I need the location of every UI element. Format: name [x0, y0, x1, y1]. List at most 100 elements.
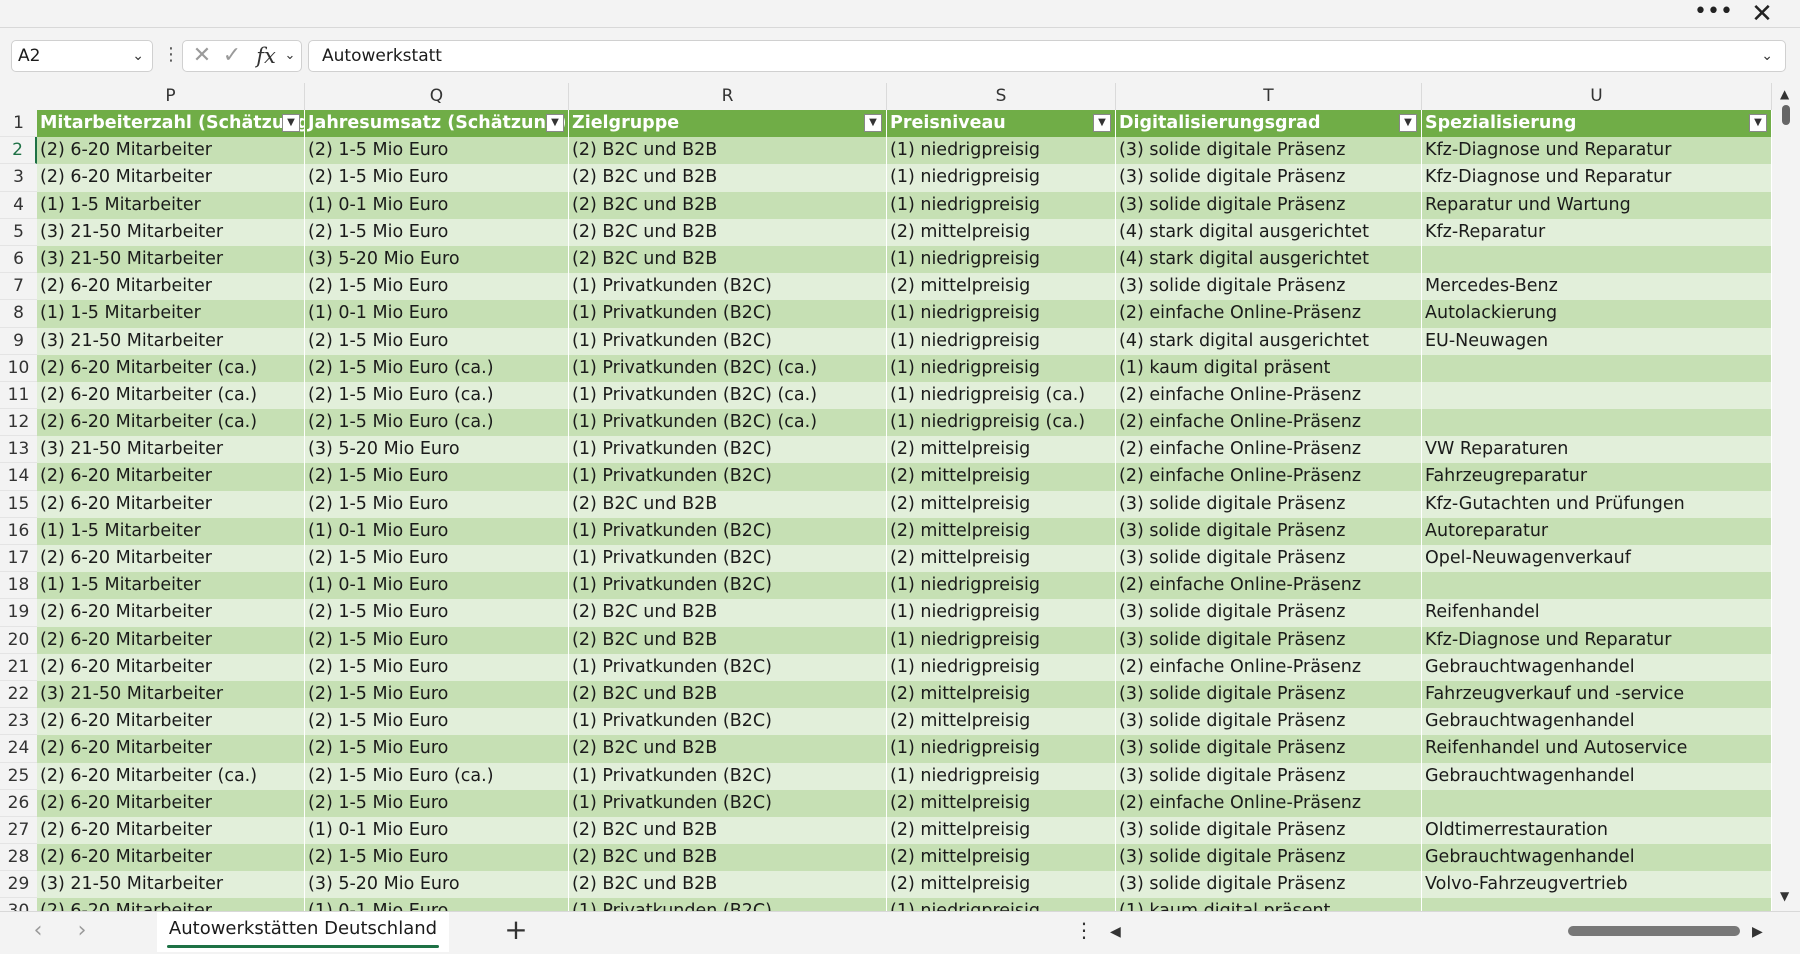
table-cell[interactable]: (1) Privatkunden (B2C) (ca.) — [569, 354, 887, 382]
table-cell[interactable]: (1) 0-1 Mio Euro — [305, 517, 569, 545]
table-cell[interactable]: (3) 5-20 Mio Euro — [305, 436, 569, 464]
table-cell[interactable]: (3) solide digitale Präsenz — [1116, 680, 1422, 709]
table-cell[interactable]: (2) 6-20 Mitarbeiter — [37, 490, 305, 518]
table-cell[interactable] — [1422, 898, 1772, 911]
header-cell[interactable]: Digitalisierungsgrad ▼ — [1116, 110, 1422, 138]
table-cell[interactable]: (3) 21-50 Mitarbeiter — [37, 436, 305, 464]
table-cell[interactable]: (1) kaum digital präsent — [1116, 354, 1422, 382]
table-cell[interactable]: (3) solide digitale Präsenz — [1116, 191, 1422, 219]
table-cell[interactable]: (2) B2C und B2B — [569, 490, 887, 518]
table-cell[interactable]: (1) Privatkunden (B2C) — [569, 762, 887, 790]
table-cell[interactable]: (4) stark digital ausgerichtet — [1116, 245, 1422, 274]
row-number[interactable]: 13 — [0, 436, 37, 464]
table-cell[interactable]: (2) mittelpreisig — [887, 680, 1116, 709]
table-cell[interactable]: (2) mittelpreisig — [887, 218, 1116, 246]
table-cell[interactable]: (2) 1-5 Mio Euro — [305, 735, 569, 763]
table-cell[interactable]: (3) solide digitale Präsenz — [1116, 137, 1422, 165]
table-cell[interactable]: VW Reparaturen — [1422, 436, 1772, 464]
table-cell[interactable]: (2) mittelpreisig — [887, 708, 1116, 736]
check-icon[interactable]: ✓ — [219, 41, 245, 71]
table-cell[interactable]: (2) B2C und B2B — [569, 816, 887, 845]
column-header[interactable]: R — [569, 83, 887, 110]
table-cell[interactable]: (2) 6-20 Mitarbeiter — [37, 599, 305, 627]
table-cell[interactable]: (2) mittelpreisig — [887, 517, 1116, 545]
table-cell[interactable]: (3) solide digitale Präsenz — [1116, 599, 1422, 627]
table-cell[interactable] — [1422, 245, 1772, 274]
row-number[interactable]: 23 — [0, 708, 37, 736]
table-cell[interactable]: (3) solide digitale Präsenz — [1116, 844, 1422, 872]
scroll-right-icon[interactable]: ▶ — [1752, 924, 1763, 940]
table-cell[interactable]: (2) 6-20 Mitarbeiter — [37, 137, 305, 165]
table-cell[interactable]: (2) B2C und B2B — [569, 164, 887, 192]
vertical-more-icon[interactable]: ⋮ — [1074, 918, 1094, 944]
table-cell[interactable]: (2) 6-20 Mitarbeiter — [37, 273, 305, 301]
table-cell[interactable]: Gebrauchtwagenhandel — [1422, 844, 1772, 872]
table-cell[interactable]: (1) Privatkunden (B2C) — [569, 653, 887, 681]
table-cell[interactable]: (1) 1-5 Mitarbeiter — [37, 191, 305, 219]
table-cell[interactable]: (2) B2C und B2B — [569, 680, 887, 709]
column-header[interactable]: U — [1422, 83, 1772, 110]
header-cell[interactable]: Zielgruppe ▼ — [569, 110, 887, 138]
table-cell[interactable]: (2) B2C und B2B — [569, 626, 887, 654]
table-cell[interactable] — [1422, 789, 1772, 817]
table-cell[interactable]: (1) niedrigpreisig — [887, 245, 1116, 274]
row-number[interactable]: 17 — [0, 545, 37, 573]
table-cell[interactable]: Kfz-Reparatur — [1422, 218, 1772, 246]
table-cell[interactable]: (1) Privatkunden (B2C) — [569, 572, 887, 600]
table-cell[interactable]: (2) einfache Online-Präsenz — [1116, 653, 1422, 681]
table-cell[interactable]: (1) niedrigpreisig — [887, 735, 1116, 763]
table-cell[interactable]: (2) B2C und B2B — [569, 844, 887, 872]
table-cell[interactable]: (2) 6-20 Mitarbeiter (ca.) — [37, 409, 305, 437]
table-cell[interactable]: (2) 1-5 Mio Euro — [305, 545, 569, 573]
table-cell[interactable]: (2) 1-5 Mio Euro — [305, 490, 569, 518]
table-cell[interactable]: (1) niedrigpreisig — [887, 354, 1116, 382]
table-cell[interactable]: (2) B2C und B2B — [569, 218, 887, 246]
table-cell[interactable]: (1) niedrigpreisig — [887, 653, 1116, 681]
column-header[interactable]: Q — [305, 83, 569, 110]
table-cell[interactable]: (2) mittelpreisig — [887, 436, 1116, 464]
table-cell[interactable]: (1) niedrigpreisig — [887, 191, 1116, 219]
row-number[interactable]: 26 — [0, 789, 37, 817]
filter-dropdown-icon[interactable]: ▼ — [1093, 114, 1111, 132]
table-cell[interactable]: (1) niedrigpreisig (ca.) — [887, 409, 1116, 437]
table-cell[interactable]: (3) 21-50 Mitarbeiter — [37, 680, 305, 709]
table-cell[interactable]: (2) mittelpreisig — [887, 844, 1116, 872]
table-cell[interactable]: (1) Privatkunden (B2C) — [569, 789, 887, 817]
table-cell[interactable]: (2) 6-20 Mitarbeiter — [37, 816, 305, 845]
table-cell[interactable]: (2) 1-5 Mio Euro — [305, 273, 569, 301]
table-cell[interactable]: Gebrauchtwagenhandel — [1422, 653, 1772, 681]
table-cell[interactable]: (2) mittelpreisig — [887, 490, 1116, 518]
close-icon[interactable]: ✕ — [1746, 0, 1778, 28]
table-cell[interactable]: (2) 1-5 Mio Euro — [305, 599, 569, 627]
row-number[interactable]: 3 — [0, 164, 37, 192]
row-number[interactable]: 27 — [0, 816, 37, 845]
row-number[interactable]: 7 — [0, 273, 37, 301]
table-cell[interactable]: (3) 21-50 Mitarbeiter — [37, 245, 305, 274]
header-cell[interactable]: Preisniveau ▼ — [887, 110, 1116, 138]
table-cell[interactable]: (3) solide digitale Präsenz — [1116, 490, 1422, 518]
filter-dropdown-icon[interactable]: ▼ — [1399, 114, 1417, 132]
horizontal-scroll-thumb[interactable] — [1568, 926, 1740, 936]
table-cell[interactable]: (2) 6-20 Mitarbeiter (ca.) — [37, 381, 305, 410]
table-cell[interactable]: (1) Privatkunden (B2C) (ca.) — [569, 409, 887, 437]
table-cell[interactable]: (2) 6-20 Mitarbeiter (ca.) — [37, 354, 305, 382]
table-cell[interactable]: (1) niedrigpreisig (ca.) — [887, 381, 1116, 410]
table-cell[interactable]: (2) 1-5 Mio Euro — [305, 137, 569, 165]
table-cell[interactable]: (1) Privatkunden (B2C) — [569, 273, 887, 301]
column-header[interactable]: S — [887, 83, 1116, 110]
table-cell[interactable]: (3) solide digitale Präsenz — [1116, 871, 1422, 899]
previous-sheet-icon[interactable]: ‹ — [26, 920, 50, 944]
table-cell[interactable]: (3) 21-50 Mitarbeiter — [37, 327, 305, 355]
table-cell[interactable]: (2) mittelpreisig — [887, 273, 1116, 301]
table-cell[interactable]: Kfz-Diagnose und Reparatur — [1422, 626, 1772, 654]
table-cell[interactable]: (1) 0-1 Mio Euro — [305, 300, 569, 328]
table-cell[interactable]: (2) 6-20 Mitarbeiter (ca.) — [37, 762, 305, 790]
table-cell[interactable]: (3) solide digitale Präsenz — [1116, 517, 1422, 545]
table-cell[interactable]: Kfz-Diagnose und Reparatur — [1422, 164, 1772, 192]
table-cell[interactable]: (1) niedrigpreisig — [887, 572, 1116, 600]
table-cell[interactable]: Gebrauchtwagenhandel — [1422, 708, 1772, 736]
expand-formula-icon[interactable]: ⌄ — [1761, 41, 1773, 71]
table-cell[interactable]: (2) 1-5 Mio Euro — [305, 327, 569, 355]
sheet-tab-active[interactable]: Autowerkstätten Deutschland — [157, 912, 449, 952]
table-cell[interactable]: (3) 5-20 Mio Euro — [305, 245, 569, 274]
